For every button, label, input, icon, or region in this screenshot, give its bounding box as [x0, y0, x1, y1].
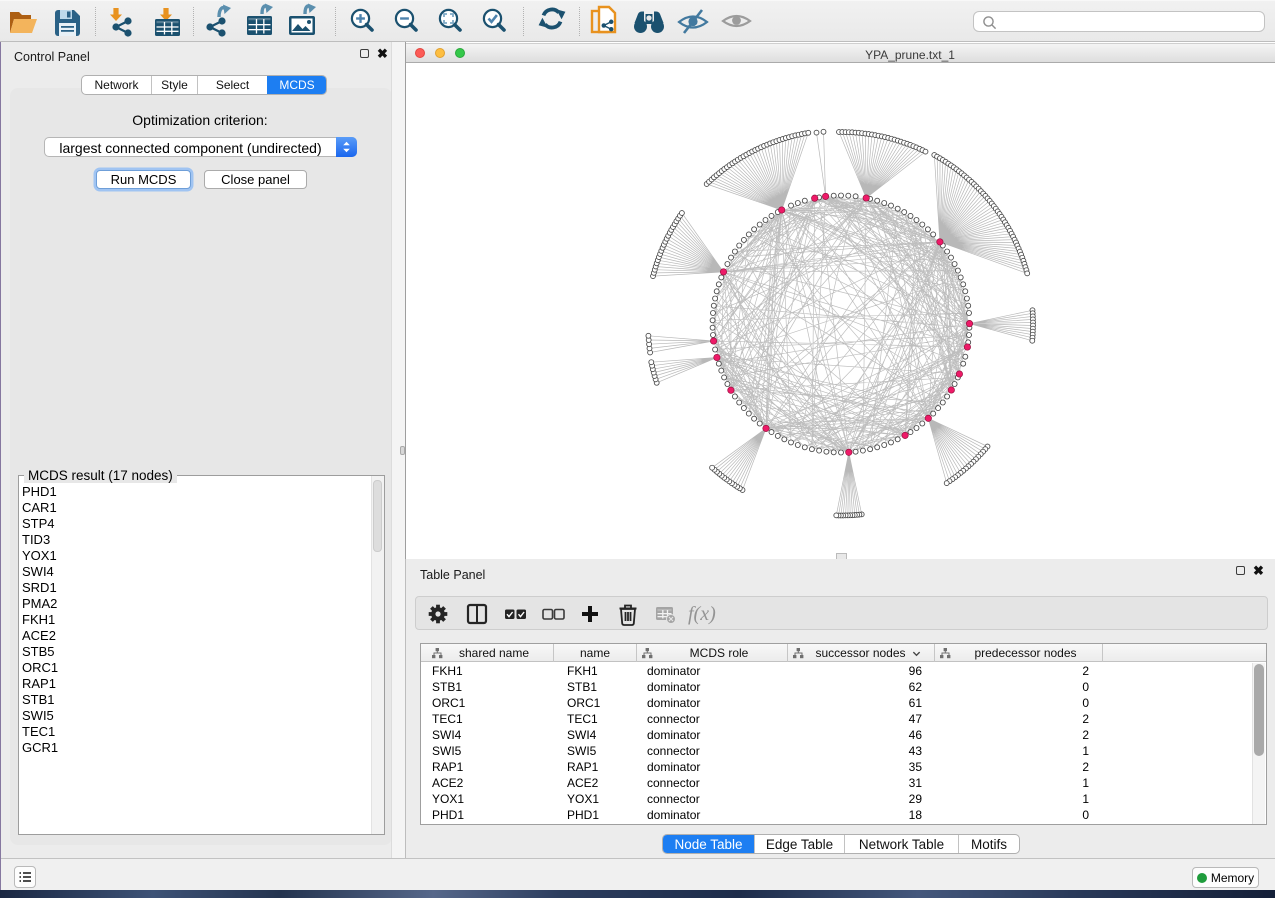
svg-text:f(x): f(x) [688, 603, 716, 625]
